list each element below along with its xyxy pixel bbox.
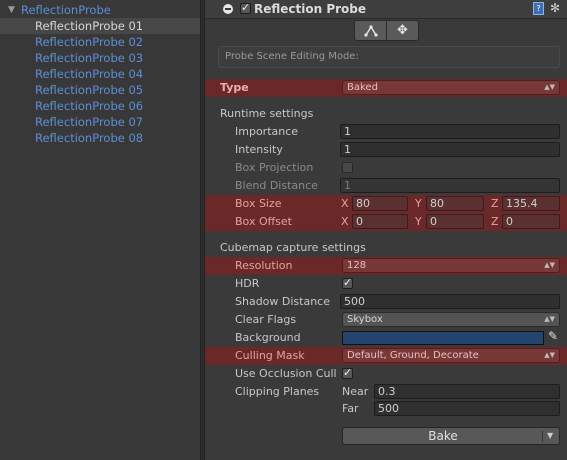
box-offset-x-field[interactable]: 0 <box>352 214 408 229</box>
runtime-section-header: Runtime settings <box>220 107 314 120</box>
hierarchy-item[interactable]: ReflectionProbe 07 <box>0 114 200 130</box>
edit-bounds-button[interactable] <box>354 20 387 41</box>
hierarchy-panel: ▼ ReflectionProbe ReflectionProbe 01 Refl… <box>0 0 200 460</box>
resolution-dropdown[interactable]: 128 ▲▼ <box>342 258 560 273</box>
hierarchy-item[interactable]: ReflectionProbe 06 <box>0 98 200 114</box>
clipping-near-row: Clipping Planes Near 0.3 <box>205 383 567 401</box>
box-size-z-label[interactable]: Z <box>491 195 499 213</box>
shadow-distance-row: Shadow Distance 500 <box>205 293 567 311</box>
expand-triangle-icon[interactable]: ▼ <box>8 2 15 18</box>
far-clip-field[interactable]: 500 <box>374 401 560 416</box>
component-title: Reflection Probe <box>254 2 367 16</box>
blend-distance-field[interactable]: 1 <box>340 178 560 193</box>
box-projection-row: Box Projection <box>205 159 567 177</box>
cubemap-section-header: Cubemap capture settings <box>220 241 366 254</box>
importance-row: Importance 1 <box>205 123 567 141</box>
far-label[interactable]: Far <box>342 400 359 418</box>
box-size-z-field[interactable]: 135.4 <box>502 196 560 211</box>
hdr-row: HDR ✓ <box>235 276 353 290</box>
bake-button[interactable]: Bake ▼ <box>342 427 560 445</box>
hierarchy-item[interactable]: ReflectionProbe 08 <box>0 130 200 146</box>
use-occlusion-row: Use Occlusion Cull ✓ <box>235 366 353 380</box>
bounds-edit-icon <box>363 25 378 37</box>
collapse-icon[interactable] <box>223 4 233 14</box>
box-size-row: Box Size X 80 Y 80 Z 135.4 <box>205 195 567 213</box>
edit-mode-toolbar: ✥ <box>354 20 420 41</box>
resolution-row: Resolution 128 ▲▼ <box>205 257 567 275</box>
culling-mask-row: Culling Mask Default, Ground, Decorate ▲▼ <box>205 347 567 365</box>
shadow-distance-field[interactable]: 500 <box>340 294 560 309</box>
clear-flags-row: Clear Flags Skybox ▲▼ <box>205 311 567 329</box>
use-occlusion-checkbox[interactable]: ✓ <box>342 366 353 379</box>
hierarchy-item[interactable]: ReflectionProbe 04 <box>0 66 200 82</box>
near-label[interactable]: Near <box>342 383 368 401</box>
hierarchy-item[interactable]: ReflectionProbe 03 <box>0 50 200 66</box>
box-size-x-field[interactable]: 80 <box>352 196 408 211</box>
box-offset-z-field[interactable]: 0 <box>502 214 560 229</box>
hierarchy-item[interactable]: ReflectionProbe 01 <box>0 18 200 34</box>
inspector-panel: ✓ Reflection Probe ? ✻ ✥ Probe Scene Edi… <box>205 0 567 460</box>
clipping-far-row: Far 500 <box>205 400 567 418</box>
hierarchy-item[interactable]: ReflectionProbe 05 <box>0 82 200 98</box>
background-color-field[interactable] <box>342 331 544 345</box>
help-book-icon[interactable]: ? <box>533 2 544 15</box>
box-offset-y-field[interactable]: 0 <box>426 214 484 229</box>
bake-options-chevron-icon[interactable]: ▼ <box>547 428 553 444</box>
type-row: Type Baked ▲▼ <box>205 79 567 97</box>
type-dropdown[interactable]: Baked ▲▼ <box>342 80 560 95</box>
move-origin-button[interactable]: ✥ <box>386 20 419 41</box>
culling-mask-dropdown[interactable]: Default, Ground, Decorate ▲▼ <box>342 348 560 363</box>
importance-field[interactable]: 1 <box>340 124 560 139</box>
hierarchy-item[interactable]: ReflectionProbe 02 <box>0 34 200 50</box>
box-offset-row: Box Offset X 0 Y 0 Z 0 <box>205 213 567 231</box>
component-header: ✓ Reflection Probe ? ✻ <box>205 0 567 19</box>
eyedropper-icon[interactable]: ✎ <box>548 329 558 343</box>
box-size-y-label[interactable]: Y <box>415 195 422 213</box>
box-offset-x-label[interactable]: X <box>341 213 349 231</box>
scene-editing-mode-box: Probe Scene Editing Mode: <box>218 46 560 68</box>
intensity-field[interactable]: 1 <box>340 142 560 157</box>
box-projection-checkbox[interactable] <box>342 162 353 173</box>
gear-icon[interactable]: ✻ <box>550 1 560 15</box>
clear-flags-dropdown[interactable]: Skybox ▲▼ <box>342 312 560 327</box>
hdr-checkbox[interactable]: ✓ <box>342 276 353 289</box>
move-arrows-icon: ✥ <box>397 23 408 38</box>
box-offset-y-label[interactable]: Y <box>415 213 422 231</box>
intensity-row: Intensity 1 <box>205 141 567 159</box>
box-offset-z-label[interactable]: Z <box>491 213 499 231</box>
component-enabled-checkbox[interactable]: ✓ <box>240 1 251 14</box>
near-clip-field[interactable]: 0.3 <box>374 384 560 399</box>
blend-distance-row: Blend Distance 1 <box>205 177 567 195</box>
box-size-y-field[interactable]: 80 <box>426 196 484 211</box>
box-size-x-label[interactable]: X <box>341 195 349 213</box>
